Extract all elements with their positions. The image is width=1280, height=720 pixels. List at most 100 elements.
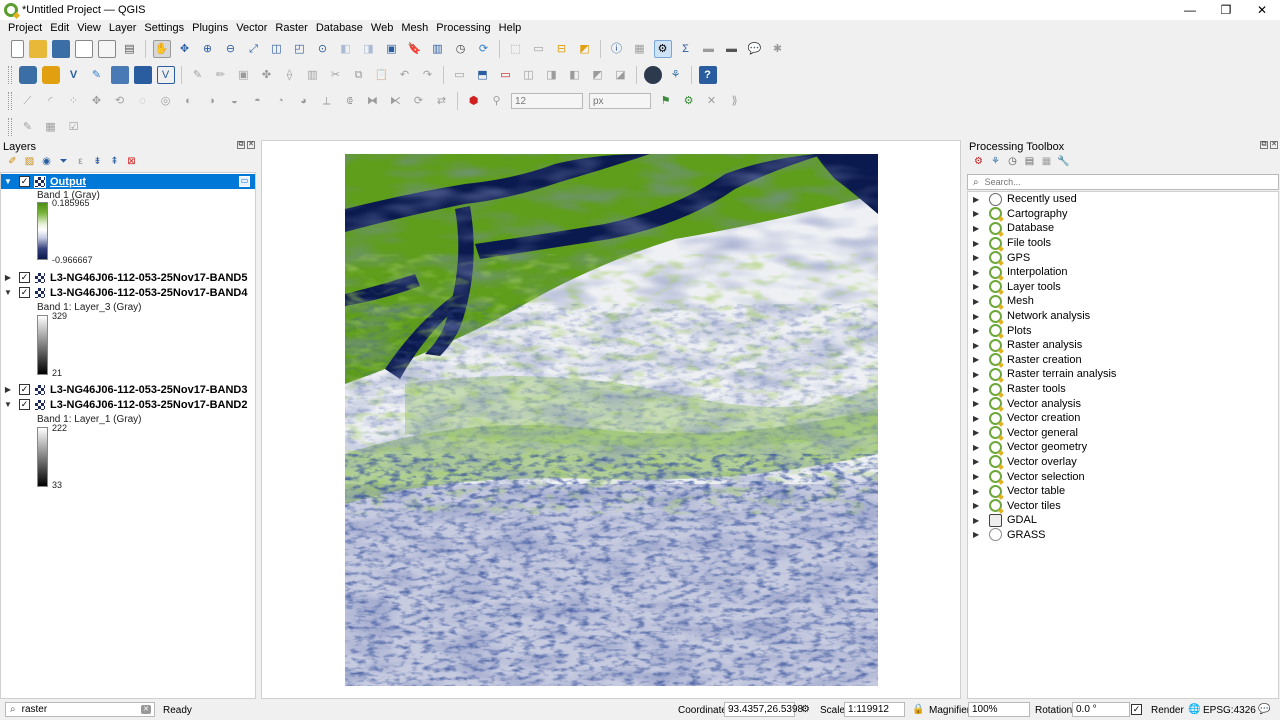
filter-legend-icon[interactable]: ⏷ bbox=[57, 155, 71, 169]
menu-vector[interactable]: Vector bbox=[232, 22, 271, 34]
zoom-full-icon[interactable]: ⤢ bbox=[245, 40, 263, 58]
expand-arrow-icon[interactable]: ▶ bbox=[3, 385, 13, 394]
intersection-icon[interactable]: ✕ bbox=[703, 92, 721, 110]
expand-arrow-icon[interactable]: ▶ bbox=[973, 399, 983, 408]
paste-features-icon[interactable]: 📋 bbox=[373, 66, 391, 84]
scripts-icon[interactable]: ⚘ bbox=[989, 155, 1003, 169]
deselect-all-icon[interactable]: ⊟ bbox=[553, 40, 571, 58]
show-bookmarks-icon[interactable]: ▥ bbox=[429, 40, 447, 58]
new-virtual-layer-icon[interactable] bbox=[133, 66, 152, 84]
proc-vector-general[interactable]: ▶ Vector general bbox=[968, 426, 1278, 441]
expand-arrow-icon[interactable]: ▶ bbox=[973, 457, 983, 466]
label-toolbar-1-icon[interactable]: ▭ bbox=[451, 66, 469, 84]
new-project-icon[interactable] bbox=[10, 40, 24, 58]
expand-arrow-icon[interactable]: ▶ bbox=[973, 341, 983, 350]
clear-search-icon[interactable]: ✕ bbox=[141, 705, 151, 714]
float-panel-icon[interactable]: ⧉ bbox=[1260, 141, 1268, 149]
rotation-field[interactable]: 0.0 ° bbox=[1072, 702, 1130, 717]
menu-layer[interactable]: Layer bbox=[105, 22, 141, 34]
float-panel-icon[interactable]: ⧉ bbox=[237, 141, 245, 149]
collapse-arrow-icon[interactable]: ▼ bbox=[3, 400, 13, 409]
map-canvas[interactable] bbox=[261, 140, 961, 699]
delete-selected-icon[interactable]: ▥ bbox=[304, 66, 322, 84]
layer-visibility-checkbox[interactable]: ✓ bbox=[19, 287, 30, 298]
proc-vector-creation[interactable]: ▶ Vector creation bbox=[968, 411, 1278, 426]
new-shapefile-icon[interactable]: V bbox=[65, 66, 83, 84]
add-ring-icon[interactable]: ◎ bbox=[157, 92, 175, 110]
proc-raster-creation[interactable]: ▶ Raster creation bbox=[968, 353, 1278, 368]
expand-arrow-icon[interactable]: ▶ bbox=[973, 370, 983, 379]
render-checkbox[interactable]: ✓ bbox=[1131, 704, 1142, 715]
magnifier-field[interactable]: 100% bbox=[968, 702, 1030, 717]
menu-project[interactable]: Project bbox=[4, 22, 46, 34]
open-project-icon[interactable] bbox=[28, 40, 47, 58]
new-temp-layer-icon[interactable]: V bbox=[156, 66, 175, 84]
expand-arrow-icon[interactable]: ▶ bbox=[973, 239, 983, 248]
statistical-summary-icon[interactable]: Σ bbox=[677, 40, 695, 58]
redo-icon[interactable]: ↷ bbox=[419, 66, 437, 84]
processing-options-icon[interactable]: 🔧 bbox=[1057, 155, 1071, 169]
temporal-controller-icon[interactable]: ◷ bbox=[452, 40, 470, 58]
menu-plugins[interactable]: Plugins bbox=[188, 22, 232, 34]
expand-arrow-icon[interactable]: ▶ bbox=[973, 209, 983, 218]
layer-visibility-checkbox[interactable]: ✓ bbox=[19, 399, 30, 410]
simplify-icon[interactable]: ◌ bbox=[134, 92, 152, 110]
digitize-icon[interactable]: ✤ bbox=[258, 66, 276, 84]
locator-bar[interactable]: ⌕ raster ✕ bbox=[5, 702, 155, 717]
style-manager-icon[interactable]: ▤ bbox=[121, 40, 139, 58]
label-change-icon[interactable]: ◪ bbox=[612, 66, 630, 84]
label-rotate-icon[interactable]: ◩ bbox=[589, 66, 607, 84]
expand-arrow-icon[interactable]: ▶ bbox=[973, 472, 983, 481]
proc-vector-overlay[interactable]: ▶ Vector overlay bbox=[968, 455, 1278, 470]
save-project-icon[interactable] bbox=[51, 40, 70, 58]
proc-interpolation[interactable]: ▶ Interpolation bbox=[968, 265, 1278, 280]
shape-digitize-icon[interactable]: ⬢ bbox=[465, 92, 483, 110]
move-feature-icon[interactable]: ✥ bbox=[88, 92, 106, 110]
feature-action-icon[interactable]: ◩ bbox=[576, 40, 594, 58]
menu-raster[interactable]: Raster bbox=[271, 22, 311, 34]
measure-icon[interactable]: ▬ bbox=[700, 40, 718, 58]
conditional-format-icon[interactable]: ▦ bbox=[42, 118, 60, 136]
save-edits-icon[interactable]: ▣ bbox=[235, 66, 253, 84]
scale-select[interactable]: 1:119912 bbox=[844, 702, 905, 717]
reshape-icon[interactable]: ◔ bbox=[272, 92, 290, 110]
expand-arrow-icon[interactable]: ▶ bbox=[973, 501, 983, 510]
split-features-icon[interactable]: ⟂ bbox=[318, 92, 336, 110]
plugin-globe-icon[interactable] bbox=[643, 66, 662, 84]
proc-file-tools[interactable]: ▶ File tools bbox=[968, 236, 1278, 251]
new-map-view-icon[interactable]: ▣ bbox=[383, 40, 401, 58]
collapse-arrow-icon[interactable]: ▼ bbox=[3, 177, 13, 186]
python-console-icon[interactable]: ⚘ bbox=[667, 66, 685, 84]
new-print-layout-icon[interactable] bbox=[74, 40, 93, 58]
pan-to-selection-icon[interactable]: ✥ bbox=[176, 40, 194, 58]
current-edits-icon[interactable]: ✎ bbox=[189, 66, 207, 84]
zoom-to-selection-icon[interactable]: ◫ bbox=[268, 40, 286, 58]
toggle-editing-icon[interactable]: ✏ bbox=[212, 66, 230, 84]
results-viewer-icon[interactable]: ▤ bbox=[1023, 155, 1037, 169]
map-tips-icon[interactable]: 💬 bbox=[746, 40, 764, 58]
select-features-icon[interactable]: ⬚ bbox=[507, 40, 525, 58]
processing-search[interactable]: ⌕ bbox=[967, 174, 1279, 190]
layer-visibility-checkbox[interactable]: ✓ bbox=[19, 272, 30, 283]
layer-row-band3[interactable]: ▶ ✓ L3-NG46J06-112-053-25Nov17-BAND3 bbox=[1, 382, 255, 397]
zoom-out-icon[interactable]: ⊖ bbox=[222, 40, 240, 58]
layer-row-band5[interactable]: ▶ ✓ L3-NG46J06-112-053-25Nov17-BAND5 bbox=[1, 270, 255, 285]
snapping-icon[interactable]: ⁘ bbox=[65, 92, 83, 110]
new-memory-layer-icon[interactable] bbox=[110, 66, 129, 84]
expand-arrow-icon[interactable]: ▶ bbox=[973, 312, 983, 321]
close-button[interactable]: ✕ bbox=[1244, 0, 1280, 20]
proc-grass[interactable]: ▶ GRASS bbox=[968, 528, 1278, 543]
menu-help[interactable]: Help bbox=[495, 22, 526, 34]
proc-vector-tiles[interactable]: ▶ Vector tiles bbox=[968, 498, 1278, 513]
measure-line-icon[interactable]: ▬ bbox=[723, 40, 741, 58]
delete-ring-icon[interactable]: ◒ bbox=[226, 92, 244, 110]
menu-edit[interactable]: Edit bbox=[46, 22, 73, 34]
help-icon[interactable]: ? bbox=[698, 66, 717, 84]
expand-all-icon[interactable]: ⇟ bbox=[91, 155, 105, 169]
snap-to-grid-icon[interactable]: ⚑ bbox=[657, 92, 675, 110]
add-group-icon[interactable]: ▨ bbox=[23, 155, 37, 169]
collapse-all-icon[interactable]: ⇞ bbox=[108, 155, 122, 169]
expand-arrow-icon[interactable]: ▶ bbox=[973, 385, 983, 394]
search-input[interactable] bbox=[984, 177, 1265, 187]
proc-vector-analysis[interactable]: ▶ Vector analysis bbox=[968, 396, 1278, 411]
